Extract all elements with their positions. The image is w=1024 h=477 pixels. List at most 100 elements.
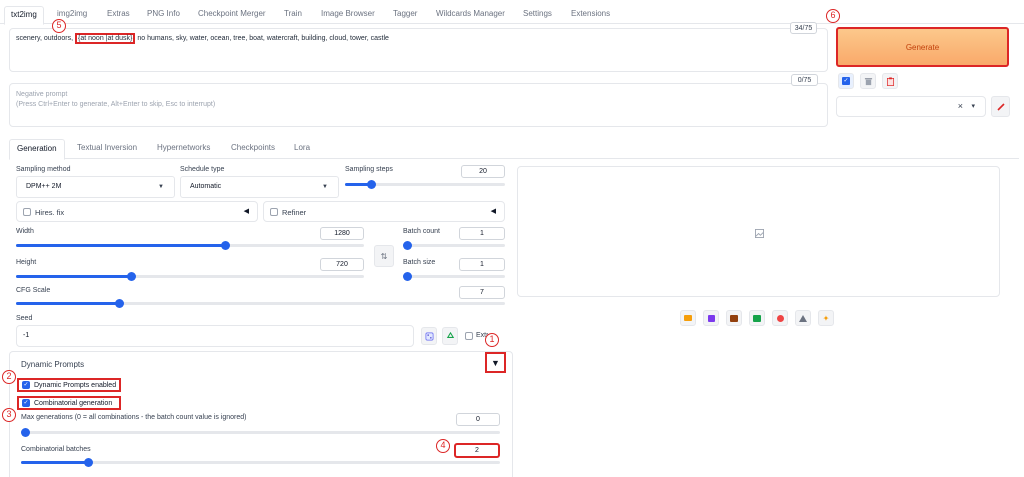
tab-image-browser[interactable]: Image Browser [321,6,375,22]
send-to-upscale-button[interactable]: ✦ [818,310,834,326]
combinatorial-batches-input[interactable]: 2 [454,443,500,458]
max-generations-label: Max generations (0 = all combinations - … [21,414,247,421]
slider-thumb[interactable] [403,272,412,281]
swap-dimensions-button[interactable]: ⇅ [374,245,394,267]
generate-button[interactable]: Generate [836,27,1009,67]
send-to-img2img-button[interactable] [749,310,765,326]
annotation-marker-3: 3 [2,408,16,422]
prompt-wildcard-highlight: {at noon |at dusk} [75,33,136,44]
combinatorial-generation-checkbox[interactable]: ✓ [22,399,30,407]
clear-icon[interactable]: × [958,101,963,111]
tab-extras[interactable]: Extras [107,6,130,22]
output-image-area [517,166,1000,297]
dice-icon [425,332,433,340]
max-generations-slider[interactable] [21,428,500,437]
trash-icon [864,77,872,85]
schedule-type-select[interactable]: Automatic ▼ [180,176,339,198]
width-slider[interactable] [16,241,364,250]
random-seed-button[interactable] [421,327,437,345]
tab-wildcards-manager[interactable]: Wildcards Manager [436,6,505,22]
tab-textual-inversion[interactable]: Textual Inversion [77,139,137,157]
batch-count-label: Batch count [403,228,440,235]
slider-thumb[interactable] [21,428,30,437]
dynamic-prompts-enabled-label: Dynamic Prompts enabled [34,381,117,389]
dynamic-prompts-enabled-checkbox[interactable]: ✓ [22,381,30,389]
checkbox-icon: ✓ [842,77,850,85]
save-button[interactable] [703,310,719,326]
batch-size-slider[interactable] [403,272,505,281]
width-label: Width [16,228,34,235]
max-generations-input[interactable]: 0 [456,413,500,426]
seed-input[interactable]: -1 [16,325,414,347]
collapse-arrow-icon: ◀ [243,208,249,215]
tab-checkpoint-merger[interactable]: Checkpoint Merger [198,6,266,22]
sampling-steps-label: Sampling steps [345,166,393,173]
height-slider[interactable] [16,272,364,281]
image-placeholder-icon [755,229,764,238]
sampling-steps-slider[interactable] [345,180,505,189]
tab-hypernetworks[interactable]: Hypernetworks [157,139,210,157]
height-label: Height [16,259,37,266]
combinatorial-batches-slider[interactable] [21,458,500,467]
prompt-textarea[interactable]: scenery, outdoors, {at noon |at dusk} no… [9,28,828,72]
seed-value: -1 [23,332,30,339]
hires-fix-checkbox[interactable] [23,208,31,216]
reuse-seed-button[interactable] [442,327,458,345]
tab-txt2img[interactable]: txt2img [4,6,44,25]
prompt-text: scenery, outdoors, {at noon |at dusk} no… [16,33,389,44]
negative-prompt-textarea[interactable]: Negative prompt (Press Ctrl+Enter to gen… [9,83,828,127]
styles-button[interactable] [882,73,898,89]
tab-settings[interactable]: Settings [523,6,552,22]
sampling-method-value: DPM++ 2M [26,183,62,190]
send-to-inpaint-button[interactable] [772,310,788,326]
open-folder-button[interactable] [680,310,696,326]
styles-select[interactable]: × ▾ [836,96,986,117]
prompt-token-counter: 34/75 [790,22,817,34]
tab-lora[interactable]: Lora [294,139,310,157]
height-input[interactable]: 720 [320,258,364,271]
hires-fix-accordion[interactable]: Hires. fix ◀ [16,201,258,222]
cfg-scale-input[interactable]: 7 [459,286,505,299]
batch-count-input[interactable]: 1 [459,227,505,240]
slider-thumb[interactable] [221,241,230,250]
slider-thumb[interactable] [84,458,93,467]
slider-thumb[interactable] [115,299,124,308]
slider-thumb[interactable] [403,241,412,250]
tab-checkpoints[interactable]: Checkpoints [231,139,275,157]
slider-thumb[interactable] [127,272,136,281]
combinatorial-generation-option[interactable]: ✓ Combinatorial generation [17,396,121,410]
sub-tab-bar: Generation Textual Inversion Hypernetwor… [9,139,1019,160]
tab-tagger[interactable]: Tagger [393,6,417,22]
send-to-extras-button[interactable] [795,310,811,326]
refiner-accordion[interactable]: Refiner ◀ [263,201,505,222]
edit-styles-button[interactable] [991,96,1010,117]
triangle-ruler-icon [799,314,807,322]
chevron-down-icon: ▾ [971,103,975,110]
main-tab-bar: txt2img img2img Extras PNG Info Checkpoi… [0,6,1024,25]
dynamic-prompts-enabled-option[interactable]: ✓ Dynamic Prompts enabled [17,378,121,392]
trash-button[interactable] [860,73,876,89]
cfg-scale-slider[interactable] [16,299,505,308]
batch-size-input[interactable]: 1 [459,258,505,271]
refiner-label: Refiner [282,208,307,217]
schedule-type-label: Schedule type [180,166,225,173]
sparkle-icon: ✦ [822,313,830,323]
extra-seed-checkbox[interactable] [465,332,473,340]
clipboard-icon [886,76,894,86]
batch-count-slider[interactable] [403,241,505,250]
width-input[interactable]: 1280 [320,227,364,240]
archive-icon [730,314,738,322]
slider-thumb[interactable] [367,180,376,189]
zip-button[interactable] [726,310,742,326]
tab-generation[interactable]: Generation [9,139,65,160]
sampling-method-select[interactable]: DPM++ 2M ▼ [16,176,175,198]
tab-extensions[interactable]: Extensions [571,6,610,22]
sampling-steps-input[interactable]: 20 [461,165,505,178]
tab-train[interactable]: Train [284,6,302,22]
dynamic-prompts-toggle[interactable]: ▼ [485,352,506,373]
tab-png-info[interactable]: PNG Info [147,6,180,22]
folder-icon [684,315,692,321]
refiner-checkbox[interactable] [270,208,278,216]
combinatorial-batches-label: Combinatorial batches [21,446,91,453]
paste-params-button[interactable]: ✓ [838,73,854,89]
